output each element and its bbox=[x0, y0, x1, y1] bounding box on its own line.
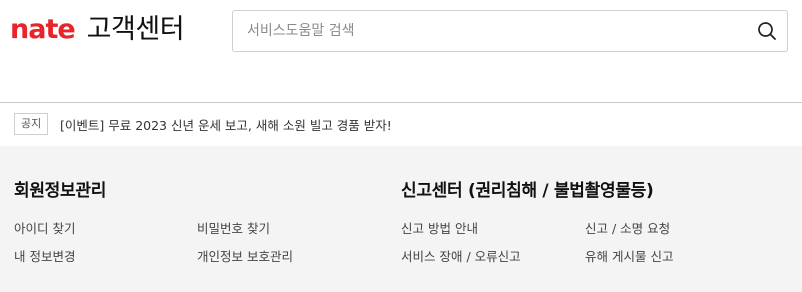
section-title-member-info: 회원정보관리 bbox=[14, 181, 107, 201]
search-input[interactable] bbox=[247, 11, 747, 51]
link-report-guide[interactable]: 신고 방법 안내 bbox=[401, 218, 478, 237]
nate-logo[interactable]: nate bbox=[10, 14, 76, 46]
search-button[interactable] bbox=[755, 19, 779, 43]
link-find-password[interactable]: 비밀번호 찾기 bbox=[197, 218, 270, 237]
link-harmful-post-report[interactable]: 유해 게시물 신고 bbox=[585, 246, 673, 265]
page-title[interactable]: 고객센터 bbox=[87, 14, 185, 46]
header: nate 고객센터 bbox=[0, 0, 802, 103]
link-error-report[interactable]: 서비스 장애 / 오류신고 bbox=[401, 246, 521, 265]
link-edit-my-info[interactable]: 내 정보변경 bbox=[14, 246, 75, 265]
section-title-report-center: 신고센터 (권리침해 / 불법촬영물등) bbox=[401, 181, 654, 201]
link-find-id[interactable]: 아이디 찾기 bbox=[14, 218, 75, 237]
search-icon bbox=[758, 22, 776, 40]
link-privacy-protection[interactable]: 개인정보 보호관리 bbox=[197, 246, 293, 265]
quick-menu-panel: 회원정보관리 아이디 찾기 비밀번호 찾기 내 정보변경 개인정보 보호관리 신… bbox=[0, 146, 802, 292]
notice-link[interactable]: [이벤트] 무료 2023 신년 운세 보고, 새해 소원 빌고 경품 받자! bbox=[60, 115, 392, 134]
logo[interactable]: nate 고객센터 bbox=[10, 14, 185, 46]
notice-bar: 공지 [이벤트] 무료 2023 신년 운세 보고, 새해 소원 빌고 경품 받… bbox=[0, 104, 802, 146]
search-box bbox=[232, 10, 788, 52]
notice-badge: 공지 bbox=[14, 113, 49, 135]
link-report-request[interactable]: 신고 / 소명 요청 bbox=[585, 218, 670, 237]
